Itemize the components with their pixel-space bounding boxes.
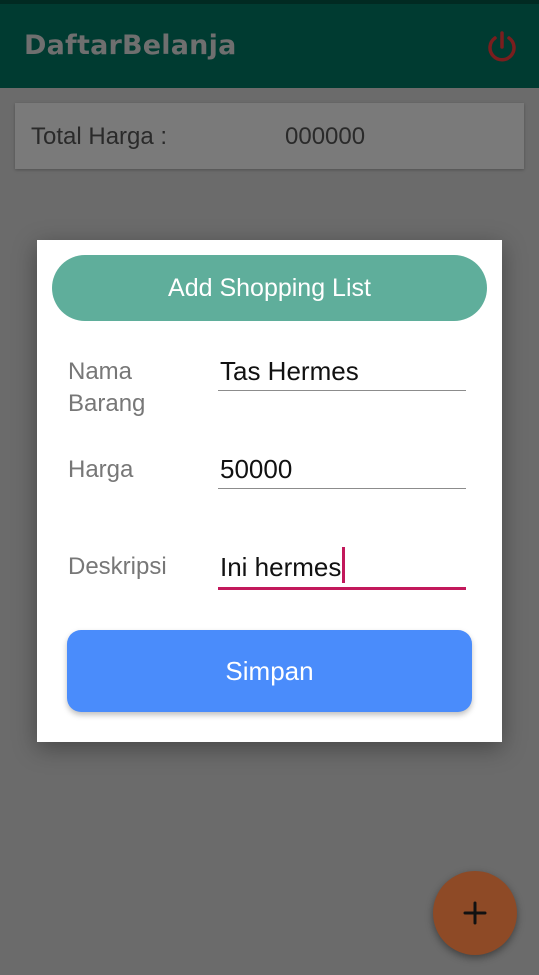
nama-barang-input[interactable] bbox=[218, 353, 466, 391]
harga-label: Harga bbox=[68, 456, 134, 483]
total-value: 000000 bbox=[285, 123, 366, 150]
nama-label-line1: Nama bbox=[68, 358, 133, 385]
nama-label-line2: Barang bbox=[68, 390, 146, 417]
harga-input[interactable] bbox=[218, 451, 466, 489]
plus-icon bbox=[463, 901, 487, 925]
dialog-title: Add Shopping List bbox=[52, 255, 487, 321]
total-card: Total Harga : 000000 bbox=[15, 103, 524, 169]
text-caret bbox=[342, 547, 345, 583]
add-item-dialog: Add Shopping List Nama Barang Harga Desk… bbox=[37, 240, 502, 742]
power-icon[interactable] bbox=[485, 30, 519, 64]
add-fab-button[interactable] bbox=[433, 871, 517, 955]
save-button[interactable]: Simpan bbox=[67, 630, 472, 712]
nama-barang-label: Nama Barang bbox=[68, 356, 145, 420]
deskripsi-label: Deskripsi bbox=[68, 553, 167, 580]
app-title: DaftarBelanja bbox=[24, 30, 237, 61]
total-label: Total Harga : bbox=[31, 123, 168, 150]
app-bar: DaftarBelanja bbox=[0, 4, 539, 88]
